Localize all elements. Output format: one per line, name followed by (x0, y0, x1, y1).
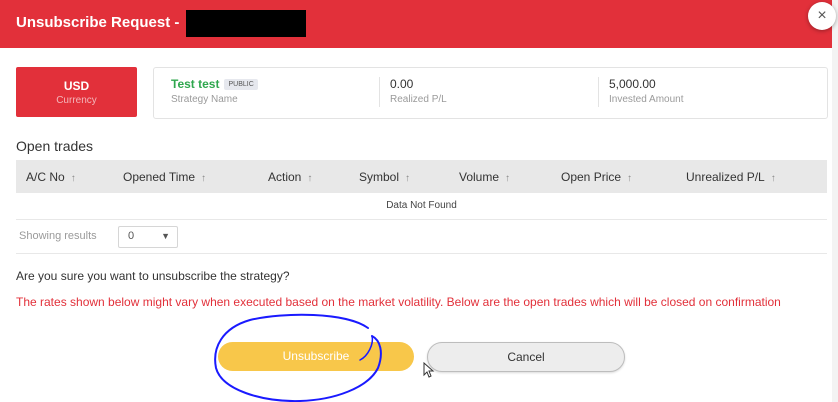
dialog-header: Unsubscribe Request - (0, 0, 832, 48)
sort-arrow-icon: ↑ (70, 173, 76, 184)
currency-label: Currency (56, 95, 97, 106)
strategy-name-field: Test test PUBLIC Strategy Name (171, 77, 258, 105)
dialog-title: Unsubscribe Request - (16, 14, 180, 31)
table-header: A/C No ↑ Opened Time ↑ Action ↑ Symbol ↑ Vol… (16, 160, 827, 193)
column-header-opened-time[interactable]: Opened Time ↑ (123, 170, 206, 184)
currency-value: USD (63, 79, 90, 93)
close-icon: × (817, 7, 827, 24)
confirmation-question: Are you sure you want to unsubscribe the… (16, 269, 290, 283)
sort-arrow-icon: ↑ (201, 173, 207, 184)
column-header-open-price[interactable]: Open Price ↑ (561, 170, 632, 184)
invested-amount-field: 5,000.00 Invested Amount (609, 77, 684, 105)
mouse-cursor-icon (423, 362, 435, 378)
page-size-value: 0 (128, 230, 135, 242)
info-divider (379, 77, 380, 107)
chevron-down-icon: ▼ (161, 231, 170, 241)
strategy-name-value: Test test (171, 77, 220, 91)
empty-table-message: Data Not Found (16, 193, 827, 220)
realized-pl-field: 0.00 Realized P/L (390, 77, 447, 105)
close-button[interactable]: × (808, 2, 836, 30)
currency-card: USD Currency (16, 67, 137, 117)
sort-arrow-icon: ↑ (505, 173, 511, 184)
volatility-warning: The rates shown below might vary when ex… (16, 295, 781, 309)
sort-arrow-icon: ↑ (307, 173, 313, 184)
sort-arrow-icon: ↑ (770, 173, 776, 184)
cancel-button[interactable]: Cancel (427, 342, 625, 372)
sort-arrow-icon: ↑ (405, 173, 411, 184)
column-header-volume[interactable]: Volume ↑ (459, 170, 510, 184)
column-header-action[interactable]: Action ↑ (268, 170, 312, 184)
invested-amount-value: 5,000.00 (609, 77, 656, 91)
redacted-name-block (186, 10, 306, 37)
column-header-symbol[interactable]: Symbol ↑ (359, 170, 410, 184)
open-trades-title: Open trades (16, 138, 94, 154)
column-header-ac-no[interactable]: A/C No ↑ (26, 170, 76, 184)
sort-arrow-icon: ↑ (627, 173, 633, 184)
showing-results-label: Showing results (19, 230, 97, 242)
realized-pl-value: 0.00 (390, 77, 414, 91)
realized-pl-label: Realized P/L (390, 94, 447, 105)
public-badge: PUBLIC (224, 79, 258, 91)
unsubscribe-button[interactable]: Unsubscribe (218, 342, 414, 371)
column-header-unrealized-pl[interactable]: Unrealized P/L ↑ (686, 170, 776, 184)
info-divider (598, 77, 599, 107)
invested-amount-label: Invested Amount (609, 94, 684, 105)
page-size-select[interactable]: 0 ▼ (118, 226, 178, 248)
strategy-info-panel: Test test PUBLIC Strategy Name 0.00 Reali… (153, 67, 828, 119)
open-trades-table: A/C No ↑ Opened Time ↑ Action ↑ Symbol ↑ Vol… (16, 160, 827, 220)
table-pagination: Showing results 0 ▼ (16, 219, 827, 254)
background-edge (832, 0, 838, 402)
strategy-name-label: Strategy Name (171, 94, 238, 105)
